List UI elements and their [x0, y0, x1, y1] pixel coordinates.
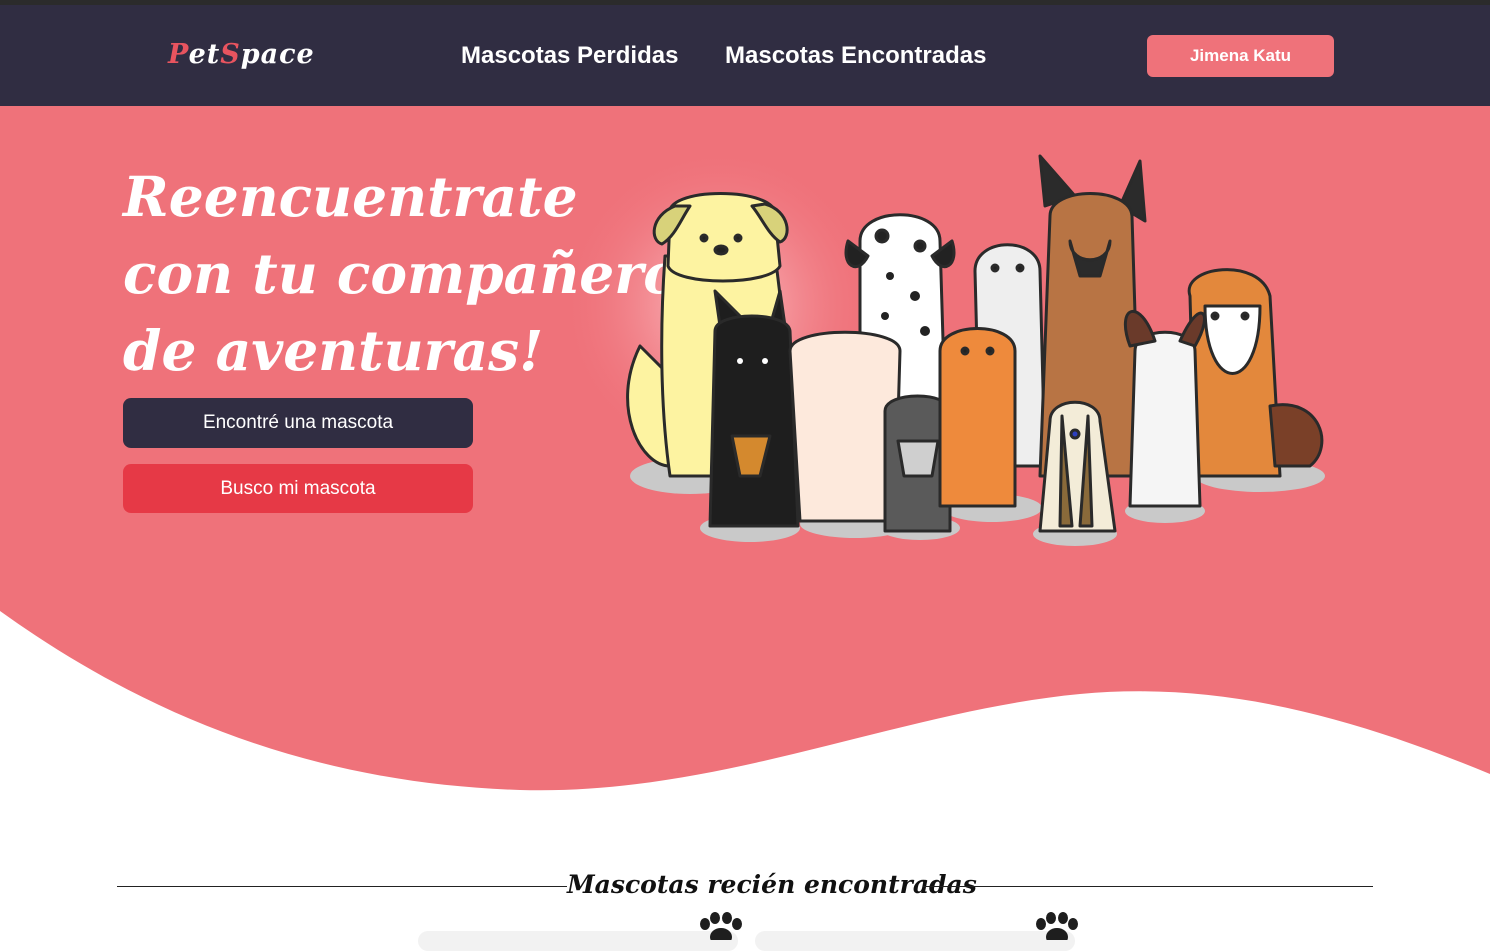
section-title: Mascotas recién encontradas	[567, 870, 977, 899]
paw-icon	[700, 912, 742, 940]
hero-title-line: Reencuentrate	[123, 164, 578, 229]
logo-text-pace: pace	[240, 39, 315, 70]
nav-link-lost-pets[interactable]: Mascotas Perdidas	[461, 42, 678, 70]
logo-text-et: et	[188, 39, 221, 70]
recent-found-pets-header: Mascotas recién encontradas	[117, 870, 1373, 904]
hero-title-line: con tu compañero	[123, 241, 680, 306]
logo-letter-s: S	[220, 39, 241, 70]
petspace-logo[interactable]: PetSpace	[168, 39, 315, 70]
user-account-button[interactable]: Jimena Katu	[1147, 35, 1334, 77]
paw-icon	[1036, 912, 1078, 940]
navbar: PetSpace Mascotas Perdidas Mascotas Enco…	[0, 5, 1490, 106]
pet-card[interactable]	[755, 931, 1075, 951]
logo-letter-p: P	[168, 39, 189, 70]
pet-card[interactable]	[418, 931, 738, 951]
found-pet-button[interactable]: Encontré una mascota	[123, 398, 473, 448]
hero-title: Reencuentrate con tu compañero de aventu…	[123, 158, 680, 389]
divider-line	[923, 886, 1373, 887]
hero-section: Reencuentrate con tu compañero de aventu…	[0, 106, 1490, 806]
search-pet-button[interactable]: Busco mi mascota	[123, 464, 473, 513]
nav-link-found-pets[interactable]: Mascotas Encontradas	[725, 42, 986, 70]
hero-title-line: de aventuras!	[123, 318, 544, 383]
dogs-illustration	[626, 154, 1325, 546]
divider-line	[117, 886, 567, 887]
